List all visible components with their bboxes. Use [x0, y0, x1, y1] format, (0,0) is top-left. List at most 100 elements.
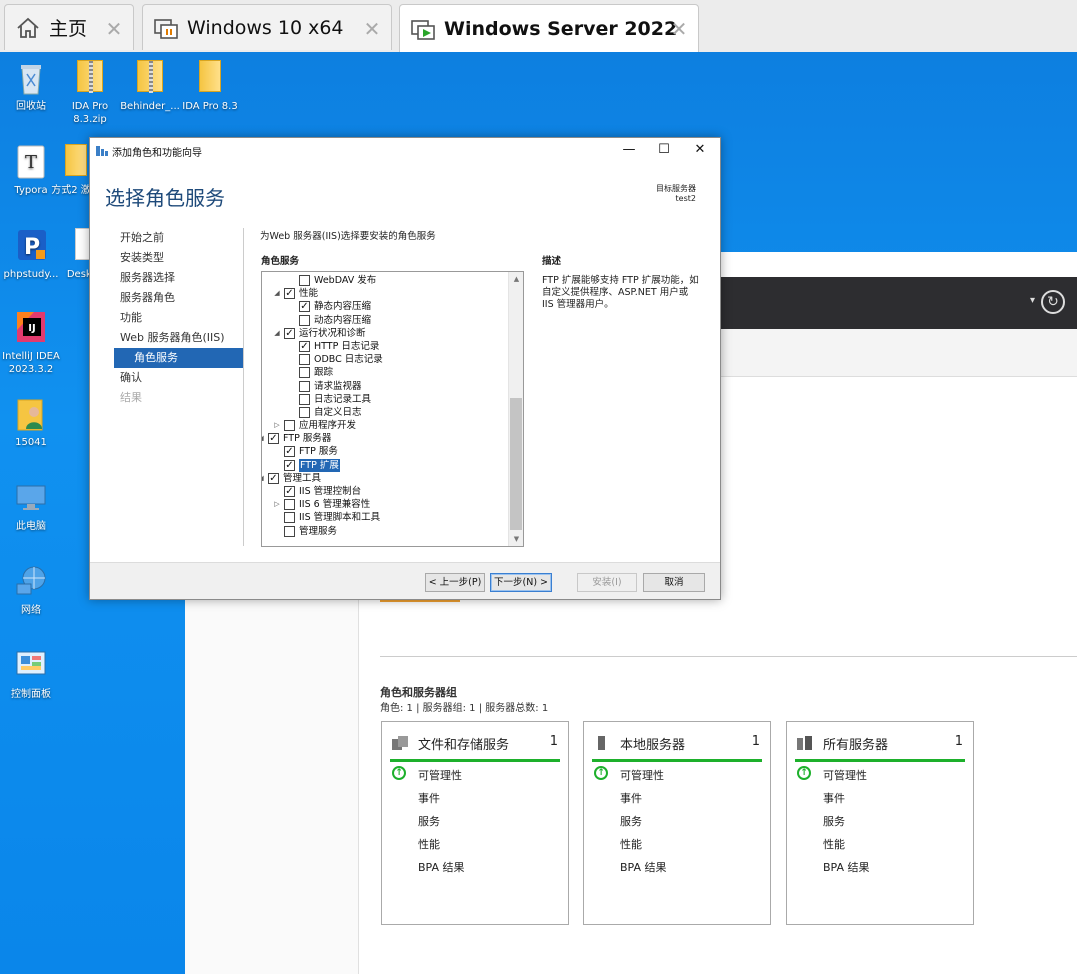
- tree-item[interactable]: ✓ FTP 服务: [262, 445, 508, 458]
- tab-windows-server-2022[interactable]: Windows Server 2022 ✕: [399, 4, 699, 52]
- card-title[interactable]: 所有服务器: [823, 734, 888, 753]
- maximize-button[interactable]: ☐: [652, 142, 676, 160]
- close-button[interactable]: ✕: [688, 142, 712, 160]
- card-row-performance[interactable]: 性能: [620, 836, 642, 852]
- scroll-up-icon[interactable]: ▲: [509, 272, 523, 286]
- desktop-icon-recycle-bin[interactable]: 回收站: [0, 60, 62, 113]
- card-row-manageability[interactable]: 可管理性: [620, 767, 664, 783]
- card-all-servers[interactable]: 所有服务器 1 ↑ 可管理性 事件 服务 性能 BPA 结果: [786, 721, 974, 925]
- card-row-services[interactable]: 服务: [620, 813, 642, 829]
- tree-item[interactable]: ODBC 日志记录: [262, 353, 508, 366]
- desktop-icon-user-folder[interactable]: 15041: [0, 396, 62, 449]
- step-role-services[interactable]: 角色服务: [114, 348, 244, 368]
- tree-item-checkbox[interactable]: ✓: [284, 288, 295, 300]
- tree-item-label[interactable]: 应用程序开发: [299, 419, 356, 432]
- minimize-button[interactable]: —: [617, 142, 641, 160]
- tree-item[interactable]: 跟踪: [262, 366, 508, 379]
- card-row-performance[interactable]: 性能: [823, 836, 845, 852]
- card-file-storage[interactable]: 文件和存储服务 1 ↑ 可管理性 事件 服务 性能 BPA 结果: [381, 721, 569, 925]
- tree-item-label[interactable]: 自定义日志: [314, 406, 362, 419]
- tree-item-checkbox[interactable]: [284, 499, 295, 511]
- tree-scrollbar[interactable]: ▲ ▼: [508, 272, 523, 546]
- tree-item[interactable]: ✓ 静态内容压缩: [262, 300, 508, 313]
- tree-item-label[interactable]: FTP 服务器: [283, 432, 331, 445]
- tree-item-label[interactable]: HTTP 日志记录: [314, 340, 379, 353]
- tree-item-checkbox[interactable]: ✓: [268, 433, 279, 445]
- dropdown-caret-icon[interactable]: ▾: [1030, 295, 1035, 306]
- card-local-server[interactable]: 本地服务器 1 ↑ 可管理性 事件 服务 性能 BPA 结果: [583, 721, 771, 925]
- tree-item[interactable]: ◢✓ FTP 服务器: [262, 432, 508, 445]
- desktop-icon-ida-folder[interactable]: IDA Pro 8.3: [179, 60, 241, 113]
- step-server-roles[interactable]: 服务器角色: [114, 288, 244, 308]
- refresh-icon[interactable]: ↻: [1041, 290, 1065, 314]
- tree-item-label[interactable]: FTP 服务: [299, 445, 338, 458]
- close-icon[interactable]: ✕: [103, 17, 125, 41]
- tree-item-label[interactable]: 静态内容压缩: [314, 300, 371, 313]
- tree-item-checkbox[interactable]: [284, 420, 295, 432]
- tree-item-checkbox[interactable]: [299, 406, 310, 418]
- tree-item[interactable]: IIS 管理脚本和工具: [262, 511, 508, 524]
- card-title[interactable]: 本地服务器: [620, 734, 685, 753]
- desktop-icon-behinder[interactable]: Behinder_...: [119, 60, 181, 113]
- desktop-icon-phpstudy[interactable]: P phpstudy...: [0, 228, 62, 281]
- tree-item-checkbox[interactable]: [299, 367, 310, 379]
- expand-icon[interactable]: ▷: [272, 498, 282, 511]
- step-features[interactable]: 功能: [114, 308, 244, 328]
- tree-item-checkbox[interactable]: ✓: [299, 340, 310, 352]
- card-row-bpa[interactable]: BPA 结果: [620, 859, 667, 875]
- next-button[interactable]: 下一步(N) >: [490, 573, 552, 592]
- tree-item-label[interactable]: IIS 管理控制台: [299, 485, 361, 498]
- tree-item[interactable]: 自定义日志: [262, 406, 508, 419]
- tree-item[interactable]: 请求监视器: [262, 380, 508, 393]
- card-title[interactable]: 文件和存储服务: [418, 734, 509, 753]
- tree-item-label[interactable]: 管理服务: [299, 525, 337, 538]
- tree-item-checkbox[interactable]: [299, 380, 310, 392]
- tree-item[interactable]: 日志记录工具: [262, 393, 508, 406]
- tree-item-checkbox[interactable]: [284, 525, 295, 537]
- tree-item-label[interactable]: 跟踪: [314, 366, 333, 379]
- tree-item-label[interactable]: 日志记录工具: [314, 393, 371, 406]
- tree-item-checkbox[interactable]: [299, 354, 310, 366]
- tree-item-label[interactable]: 性能: [299, 287, 318, 300]
- scroll-down-icon[interactable]: ▼: [509, 532, 523, 546]
- tree-item-label[interactable]: FTP 扩展: [299, 458, 340, 472]
- step-web-server-role[interactable]: Web 服务器角色(IIS): [114, 328, 244, 348]
- desktop-icon-intellij[interactable]: IJ IntelliJ IDEA 2023.3.2: [0, 310, 62, 376]
- tree-item-checkbox[interactable]: ✓: [268, 472, 279, 484]
- tab-windows-10[interactable]: Windows 10 x64 ✕: [142, 4, 392, 50]
- tree-item[interactable]: WebDAV 发布: [262, 274, 508, 287]
- tree-item[interactable]: ▷ IIS 6 管理兼容性: [262, 498, 508, 511]
- tree-item[interactable]: 管理服务: [262, 525, 508, 538]
- tree-item-checkbox[interactable]: ✓: [284, 446, 295, 458]
- tree-item[interactable]: ◢ ✓ 运行状况和诊断: [262, 327, 508, 340]
- card-row-manageability[interactable]: 可管理性: [418, 767, 462, 783]
- tab-home[interactable]: 主页 ✕: [4, 4, 134, 50]
- previous-button[interactable]: < 上一步(P): [425, 573, 485, 592]
- card-row-bpa[interactable]: BPA 结果: [418, 859, 465, 875]
- desktop-icon-this-pc[interactable]: 此电脑: [0, 480, 62, 533]
- tree-item-label[interactable]: 请求监视器: [314, 380, 362, 393]
- tree-item-checkbox[interactable]: ✓: [299, 301, 310, 313]
- step-installation-type[interactable]: 安装类型: [114, 248, 244, 268]
- collapse-icon[interactable]: ◢: [262, 472, 266, 485]
- tree-item-checkbox[interactable]: [284, 512, 295, 524]
- tree-item-label[interactable]: 动态内容压缩: [314, 314, 371, 327]
- wizard-titlebar[interactable]: 添加角色和功能向导 — ☐ ✕: [90, 138, 720, 164]
- card-row-bpa[interactable]: BPA 结果: [823, 859, 870, 875]
- step-confirmation[interactable]: 确认: [114, 368, 244, 388]
- tree-item-label[interactable]: IIS 6 管理兼容性: [299, 498, 370, 511]
- tree-item[interactable]: ✓ HTTP 日志记录: [262, 340, 508, 353]
- tree-item-checkbox[interactable]: [299, 275, 310, 286]
- tree-item-checkbox[interactable]: ✓: [284, 327, 295, 339]
- step-server-selection[interactable]: 服务器选择: [114, 268, 244, 288]
- collapse-icon[interactable]: ◢: [272, 287, 282, 300]
- card-row-events[interactable]: 事件: [620, 790, 642, 806]
- expand-icon[interactable]: ▷: [272, 419, 282, 432]
- close-icon[interactable]: ✕: [668, 17, 690, 41]
- role-services-tree[interactable]: WebDAV 发布 ◢ ✓ 性能 ✓ 静态内容压缩 动态内容压缩 ◢ ✓ 运行状况和诊断 ✓ HTTP…: [261, 271, 524, 547]
- card-row-services[interactable]: 服务: [823, 813, 845, 829]
- tree-item[interactable]: ▷ 应用程序开发: [262, 419, 508, 432]
- tree-item[interactable]: ◢ ✓ 性能: [262, 287, 508, 300]
- tree-item[interactable]: 动态内容压缩: [262, 314, 508, 327]
- tree-item-checkbox[interactable]: [299, 314, 310, 326]
